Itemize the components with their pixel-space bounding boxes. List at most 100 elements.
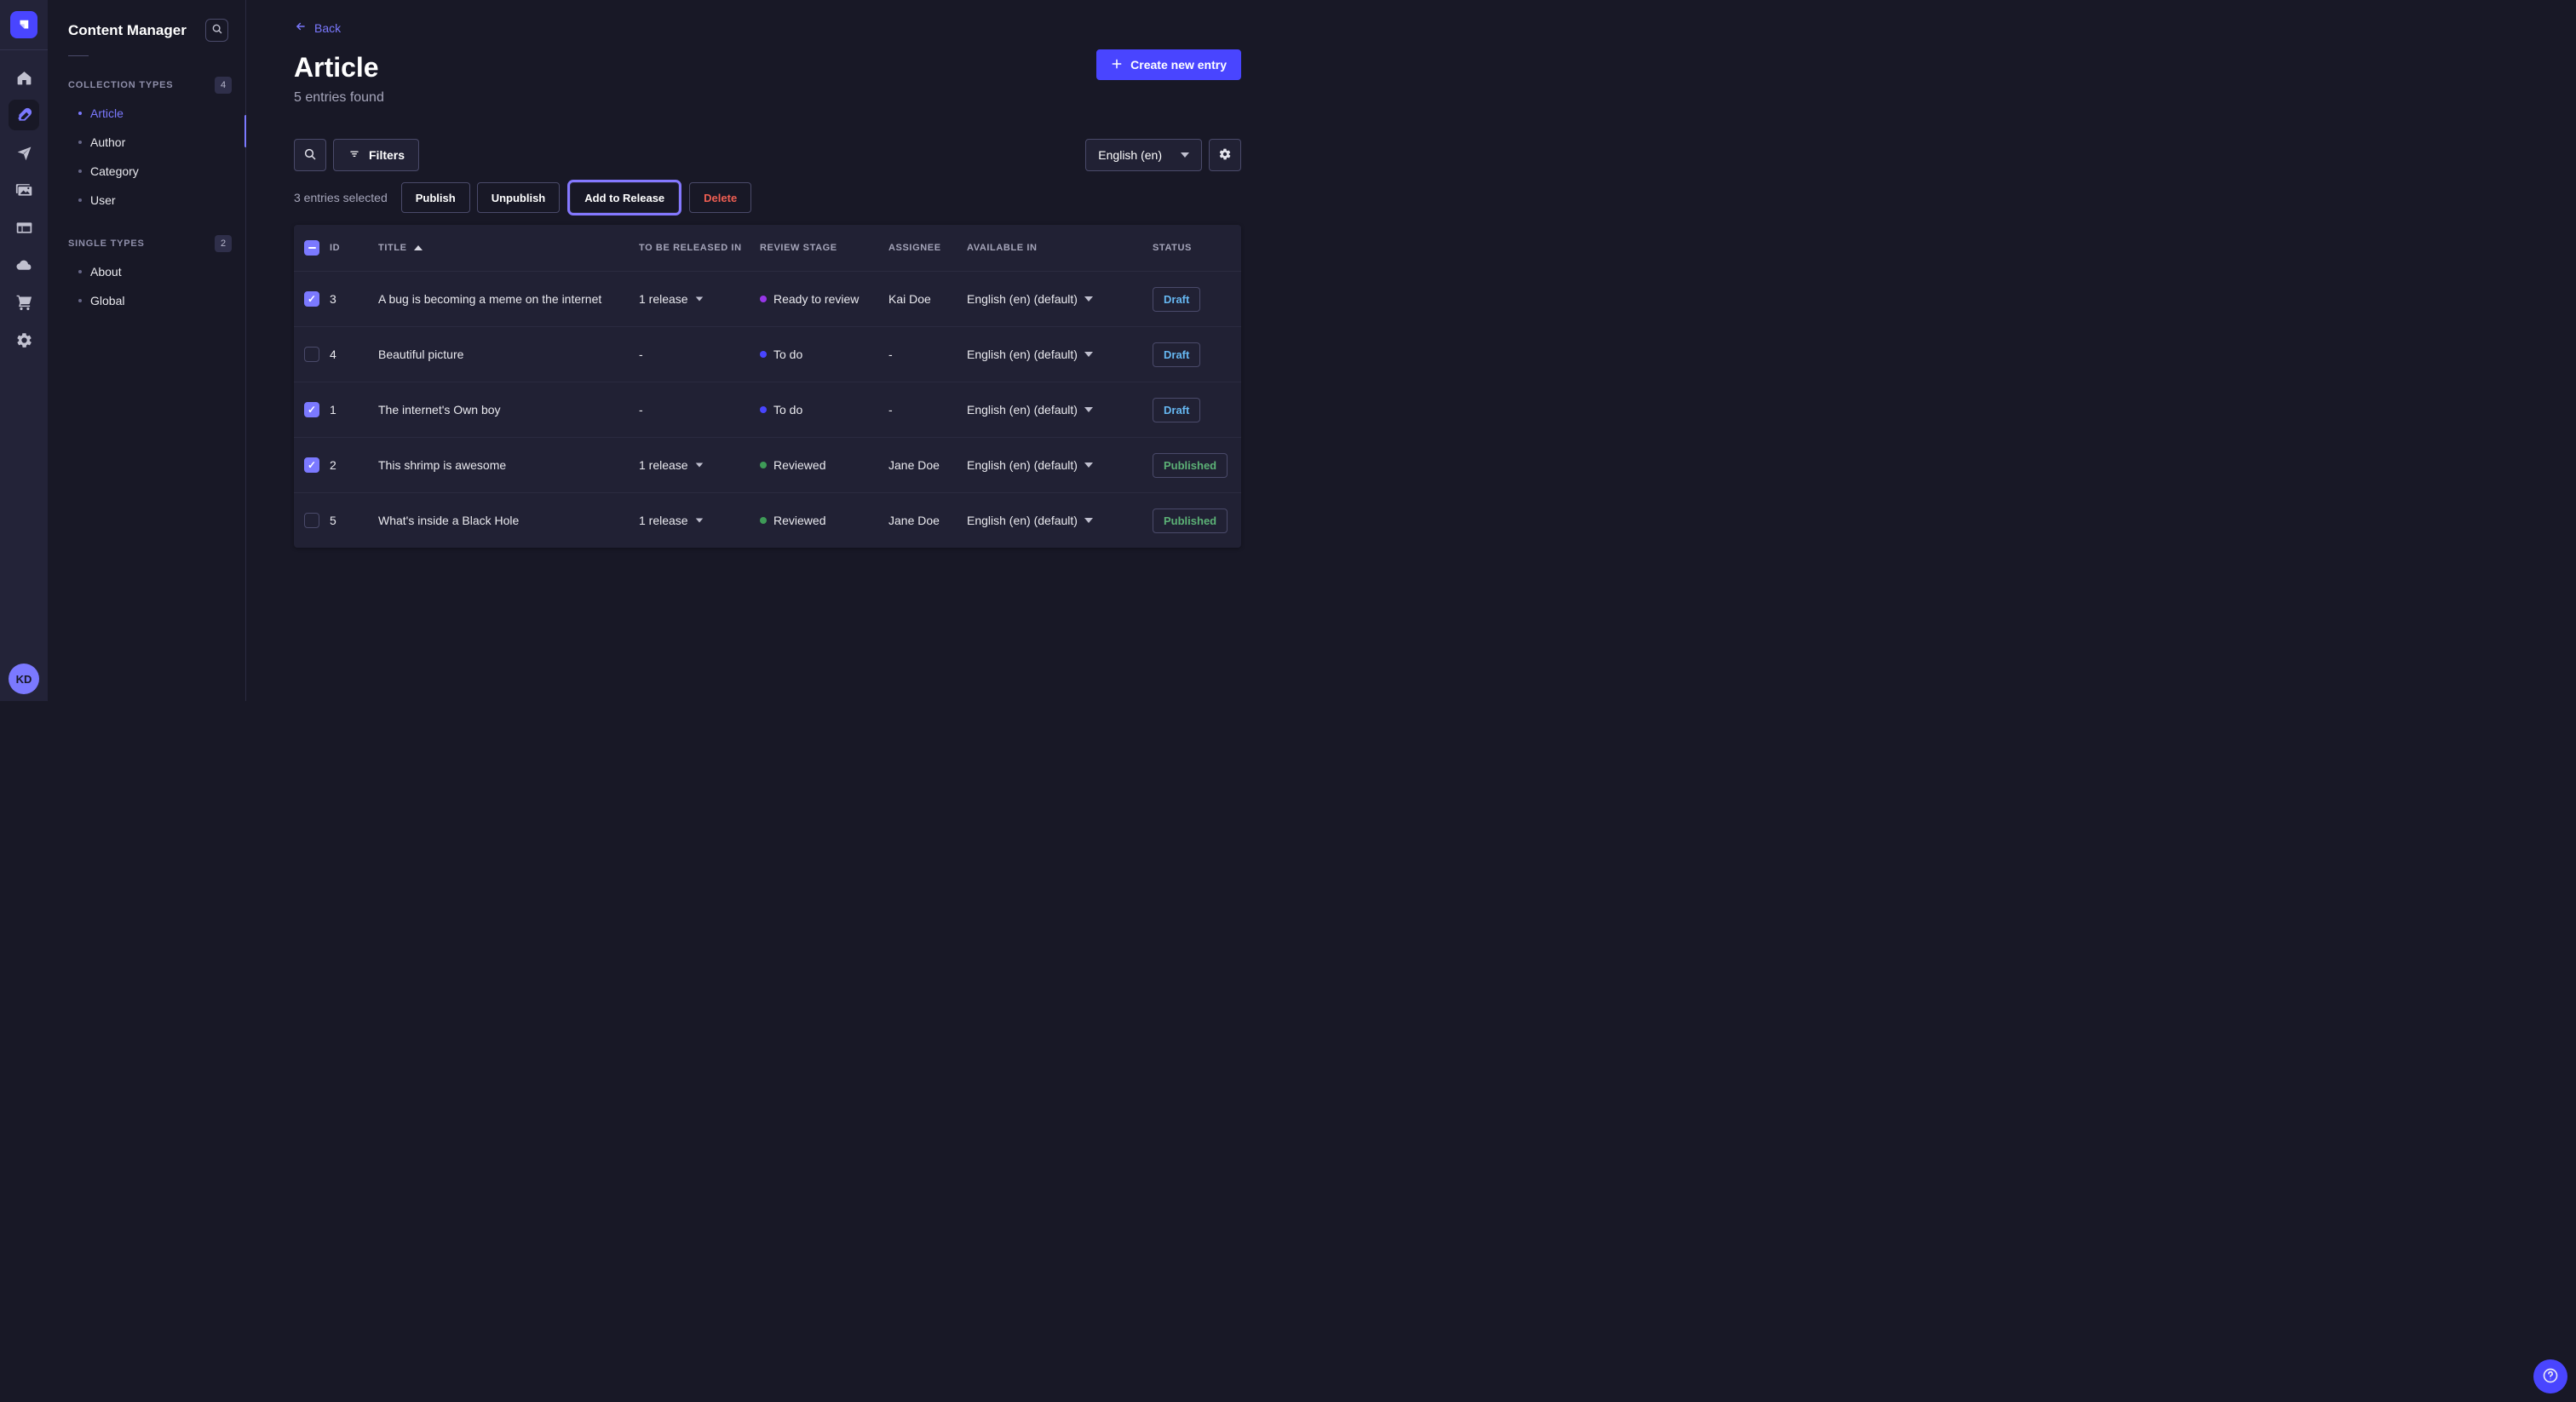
cell-release[interactable]: - — [639, 348, 760, 361]
rail-divider — [0, 49, 48, 50]
column-header-assignee[interactable]: Assignee — [888, 243, 967, 253]
stage-dot — [760, 517, 767, 524]
status-badge: Draft — [1153, 287, 1200, 312]
column-header-stage[interactable]: Review stage — [760, 243, 888, 253]
single-types-label: Single Types — [68, 238, 145, 249]
sidebar-divider — [68, 55, 89, 56]
cell-review-stage: To do — [760, 348, 888, 361]
back-link[interactable]: Back — [294, 20, 341, 35]
cell-available-in[interactable]: English (en) (default) — [967, 292, 1153, 306]
user-avatar[interactable]: KD — [9, 664, 39, 694]
table-row[interactable]: ✓ 1 The internet's Own boy - To do - Eng… — [294, 382, 1241, 437]
select-all-checkbox[interactable] — [304, 240, 319, 256]
cloud-icon[interactable] — [9, 250, 39, 280]
cell-title: The internet's Own boy — [378, 403, 639, 417]
cell-release[interactable]: 1 release — [639, 292, 760, 306]
bullet-icon — [78, 299, 82, 302]
strapi-logo[interactable] — [10, 11, 37, 38]
cell-release[interactable]: 1 release — [639, 514, 760, 527]
row-checkbox[interactable]: ✓ — [304, 402, 319, 417]
delete-button[interactable]: Delete — [689, 182, 751, 213]
home-icon[interactable] — [9, 62, 39, 93]
marketplace-cart-icon[interactable] — [9, 287, 39, 318]
locale-select[interactable]: English (en) — [1085, 139, 1202, 171]
collection-types-label: Collection Types — [68, 80, 173, 90]
bullet-icon — [78, 112, 82, 115]
chevron-down-icon — [1084, 352, 1093, 357]
help-icon — [2542, 1367, 2559, 1387]
status-badge: Published — [1153, 453, 1228, 478]
search-button[interactable] — [294, 139, 326, 171]
sort-ascending-icon — [414, 245, 423, 250]
bullet-icon — [78, 141, 82, 144]
cell-available-in[interactable]: English (en) (default) — [967, 458, 1153, 472]
cell-review-stage: Reviewed — [760, 514, 888, 527]
cell-id: 2 — [330, 458, 378, 472]
chevron-down-icon — [695, 463, 703, 467]
cell-release[interactable]: 1 release — [639, 458, 760, 472]
chevron-down-icon — [1084, 407, 1093, 412]
media-library-icon[interactable] — [9, 175, 39, 205]
chevron-down-icon — [1084, 518, 1093, 523]
cell-assignee: - — [888, 403, 967, 417]
stage-dot — [760, 406, 767, 413]
column-header-release[interactable]: To be released in — [639, 243, 760, 253]
cell-title: What's inside a Black Hole — [378, 514, 639, 527]
column-header-title[interactable]: Title — [378, 243, 639, 253]
publish-button[interactable]: Publish — [401, 182, 470, 213]
sidebar-item-article[interactable]: Article — [48, 99, 245, 128]
status-badge: Draft — [1153, 342, 1200, 367]
filter-icon — [348, 148, 361, 163]
cell-review-stage: Reviewed — [760, 458, 888, 472]
cell-available-in[interactable]: English (en) (default) — [967, 514, 1153, 527]
cell-release[interactable]: - — [639, 403, 760, 417]
content-manager-icon[interactable] — [9, 100, 39, 130]
row-checkbox[interactable]: ✓ — [304, 291, 319, 307]
main-content: Back Article 5 entries found Create new … — [246, 0, 1288, 701]
cell-available-in[interactable]: English (en) (default) — [967, 348, 1153, 361]
cell-assignee: Kai Doe — [888, 292, 967, 306]
entries-table: ID Title To be released in Review stage … — [294, 225, 1241, 548]
table-row[interactable]: ✓ 2 This shrimp is awesome 1 release Rev… — [294, 437, 1241, 492]
cell-assignee: Jane Doe — [888, 514, 967, 527]
sidebar-item-user[interactable]: User — [48, 186, 245, 215]
bullet-icon — [78, 270, 82, 273]
table-header-row: ID Title To be released in Review stage … — [294, 225, 1241, 271]
help-button[interactable] — [2533, 1359, 2567, 1393]
bullet-icon — [78, 170, 82, 173]
sidebar-item-category[interactable]: Category — [48, 157, 245, 186]
add-to-release-button[interactable]: Add to Release — [570, 182, 679, 213]
column-header-status[interactable]: Status — [1153, 243, 1231, 253]
cell-title: This shrimp is awesome — [378, 458, 639, 472]
row-checkbox[interactable]: ✓ — [304, 513, 319, 528]
cell-id: 3 — [330, 292, 378, 306]
cell-title: Beautiful picture — [378, 348, 639, 361]
content-manager-sidebar: Content Manager Collection Types 4 Artic… — [48, 0, 246, 701]
unpublish-button[interactable]: Unpublish — [477, 182, 561, 213]
selection-bar: 3 entries selected Publish Unpublish Add… — [294, 182, 1241, 213]
sidebar-item-global[interactable]: Global — [48, 286, 245, 315]
status-badge: Draft — [1153, 398, 1200, 422]
row-checkbox[interactable]: ✓ — [304, 347, 319, 362]
sidebar-item-author[interactable]: Author — [48, 128, 245, 157]
row-checkbox[interactable]: ✓ — [304, 457, 319, 473]
filters-button[interactable]: Filters — [333, 139, 419, 171]
stage-dot — [760, 462, 767, 468]
search-icon — [211, 23, 223, 37]
column-header-id[interactable]: ID — [330, 243, 378, 253]
sidebar-search-button[interactable] — [205, 19, 228, 42]
settings-gear-icon[interactable] — [9, 325, 39, 355]
cell-available-in[interactable]: English (en) (default) — [967, 403, 1153, 417]
sidebar-item-about[interactable]: About — [48, 257, 245, 286]
create-new-entry-button[interactable]: Create new entry — [1096, 49, 1241, 80]
cell-assignee: Jane Doe — [888, 458, 967, 472]
content-type-builder-icon[interactable] — [9, 212, 39, 243]
table-row[interactable]: ✓ 3 A bug is becoming a meme on the inte… — [294, 271, 1241, 326]
view-settings-button[interactable] — [1209, 139, 1241, 171]
table-row[interactable]: ✓ 4 Beautiful picture - To do - English … — [294, 326, 1241, 382]
column-header-available[interactable]: Available in — [967, 243, 1153, 253]
stage-dot — [760, 351, 767, 358]
cell-review-stage: Ready to review — [760, 292, 888, 306]
releases-icon[interactable] — [9, 137, 39, 168]
table-row[interactable]: ✓ 5 What's inside a Black Hole 1 release… — [294, 492, 1241, 548]
